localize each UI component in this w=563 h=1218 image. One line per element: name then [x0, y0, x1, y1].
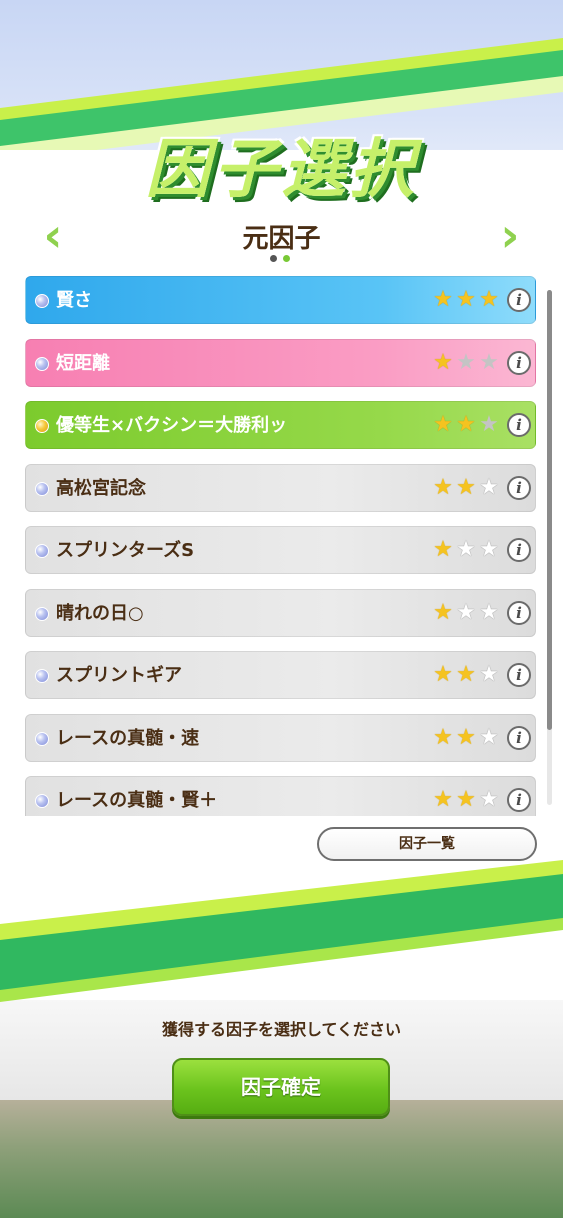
star-empty-icon: ★	[456, 537, 476, 562]
factor-row[interactable]: 短距離 ★ ★ ★ i	[25, 339, 536, 387]
blue-orb-icon	[35, 544, 49, 558]
blue-orb-icon	[35, 732, 49, 746]
factor-row[interactable]: スプリントギア ★ ★ ★ i	[25, 651, 536, 699]
page-indicator	[270, 255, 294, 263]
factor-row[interactable]: 晴れの日○ ★ ★ ★ i	[25, 589, 536, 637]
info-icon[interactable]: i	[507, 663, 531, 687]
factor-row[interactable]: レースの真髄・賢＋ ★ ★ ★ i	[25, 776, 536, 816]
info-icon[interactable]: i	[507, 601, 531, 625]
star-filled-icon: ★	[456, 287, 476, 312]
factor-name: 高松宮記念	[56, 478, 146, 499]
factor-row[interactable]: 賢さ ★ ★ ★ i	[25, 276, 536, 324]
star-rating: ★ ★ ★	[432, 352, 504, 376]
star-filled-icon: ★	[433, 537, 453, 562]
info-icon[interactable]: i	[507, 351, 531, 375]
star-rating: ★ ★ ★	[432, 602, 504, 626]
blue-orb-icon	[35, 669, 49, 683]
blue-orb-icon	[35, 357, 49, 371]
factor-list[interactable]: 賢さ ★ ★ ★ i 短距離 ★ ★ ★ i 優等生×バクシン＝大勝利ッ ★ ★ ★ i 高松宮記念 ★ ★ ★ i ス…	[25, 276, 538, 816]
factor-name: 晴れの日○	[56, 603, 144, 624]
star-filled-icon: ★	[456, 662, 476, 687]
star-empty-icon: ★	[479, 725, 499, 750]
factor-row[interactable]: レースの真髄・速 ★ ★ ★ i	[25, 714, 536, 762]
star-empty-icon: ★	[479, 662, 499, 687]
factor-name: レースの真髄・速	[56, 728, 200, 749]
info-icon[interactable]: i	[507, 538, 531, 562]
star-empty-icon: ★	[479, 475, 499, 500]
star-rating: ★ ★ ★	[432, 414, 504, 438]
star-filled-icon: ★	[479, 287, 499, 312]
factor-row[interactable]: スプリンターズS ★ ★ ★ i	[25, 526, 536, 574]
star-empty-icon: ★	[479, 537, 499, 562]
star-filled-icon: ★	[433, 787, 453, 812]
info-icon[interactable]: i	[507, 288, 531, 312]
factor-row[interactable]: 優等生×バクシン＝大勝利ッ ★ ★ ★ i	[25, 401, 536, 449]
page-dot-1	[270, 255, 277, 262]
page-title: 因子選択	[145, 133, 418, 207]
star-empty-icon: ★	[479, 350, 499, 375]
star-empty-icon: ★	[479, 787, 499, 812]
info-icon[interactable]: i	[507, 726, 531, 750]
page-dot-2	[283, 255, 290, 262]
scrollbar-thumb[interactable]	[547, 290, 552, 730]
star-filled-icon: ★	[456, 787, 476, 812]
star-empty-icon: ★	[456, 350, 476, 375]
star-rating: ★ ★ ★	[432, 477, 504, 501]
star-filled-icon: ★	[456, 475, 476, 500]
factor-name: 優等生×バクシン＝大勝利ッ	[56, 415, 288, 436]
factor-name: レースの真髄・賢＋	[56, 790, 218, 811]
star-rating: ★ ★ ★	[432, 664, 504, 688]
section-subtitle: 元因子	[242, 224, 321, 254]
star-filled-icon: ★	[456, 412, 476, 437]
star-filled-icon: ★	[433, 725, 453, 750]
star-filled-icon: ★	[433, 412, 453, 437]
factor-name: スプリンターズS	[56, 540, 195, 561]
info-icon[interactable]: i	[507, 476, 531, 500]
star-rating: ★ ★ ★	[432, 289, 504, 313]
star-filled-icon: ★	[433, 350, 453, 375]
blue-orb-icon	[35, 794, 49, 808]
next-arrow-icon[interactable]: ›	[495, 210, 525, 260]
star-empty-icon: ★	[479, 412, 499, 437]
blue-orb-icon	[35, 294, 49, 308]
selection-prompt: 獲得する因子を選択してください	[161, 1020, 402, 1039]
factor-name: スプリントギア	[56, 665, 182, 686]
factor-row[interactable]: 高松宮記念 ★ ★ ★ i	[25, 464, 536, 512]
factor-list-button[interactable]: 因子一覧	[317, 827, 537, 861]
star-filled-icon: ★	[433, 287, 453, 312]
star-filled-icon: ★	[433, 475, 453, 500]
info-icon[interactable]: i	[507, 788, 531, 812]
factor-name: 賢さ	[56, 290, 92, 311]
gold-orb-icon	[35, 419, 49, 433]
star-filled-icon: ★	[433, 600, 453, 625]
confirm-factor-button[interactable]: 因子確定	[172, 1058, 390, 1116]
star-empty-icon: ★	[456, 600, 476, 625]
star-rating: ★ ★ ★	[432, 539, 504, 563]
blue-orb-icon	[35, 482, 49, 496]
star-filled-icon: ★	[433, 662, 453, 687]
blue-orb-icon	[35, 607, 49, 621]
star-rating: ★ ★ ★	[432, 727, 504, 751]
star-rating: ★ ★ ★	[432, 789, 504, 813]
star-empty-icon: ★	[479, 600, 499, 625]
star-filled-icon: ★	[456, 725, 476, 750]
factor-name: 短距離	[56, 353, 110, 374]
info-icon[interactable]: i	[507, 413, 531, 437]
